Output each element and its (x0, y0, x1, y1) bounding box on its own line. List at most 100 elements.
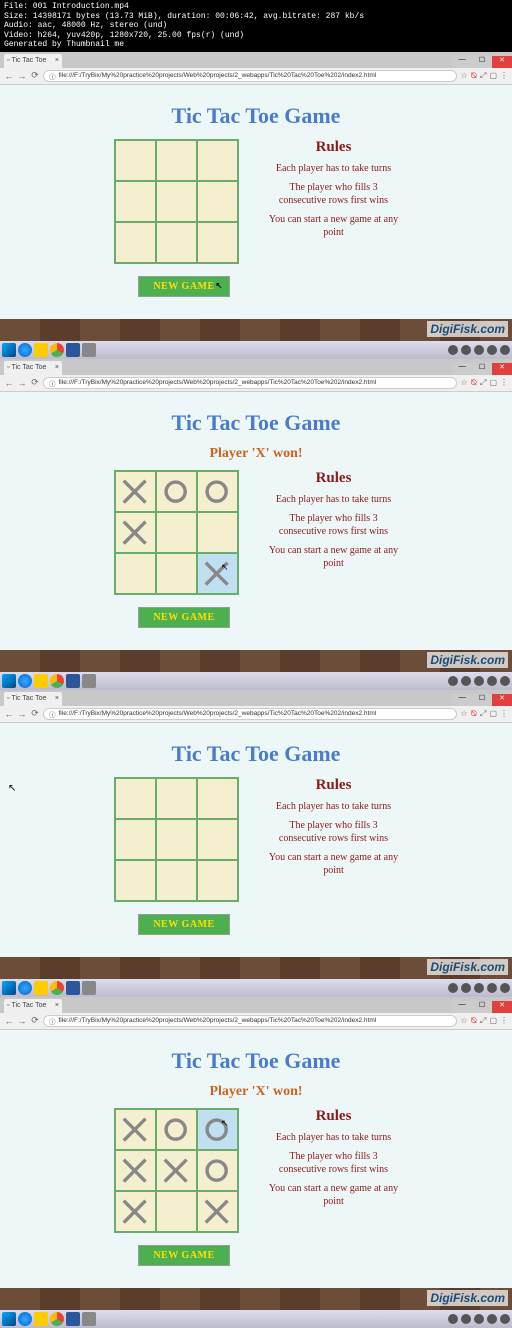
close-tab-icon[interactable]: × (55, 695, 59, 702)
close-button[interactable]: ✕ (492, 56, 512, 68)
close-tab-icon[interactable]: × (55, 364, 59, 371)
tray-icon[interactable] (487, 345, 497, 355)
ie-icon[interactable] (18, 981, 32, 995)
board-cell-8[interactable] (198, 223, 237, 262)
minimize-button[interactable]: — (452, 56, 472, 68)
explorer-icon[interactable] (34, 1312, 48, 1326)
start-icon[interactable] (2, 674, 16, 688)
tab-tictactoe[interactable]: ▫ Tic Tac Toe × (4, 54, 62, 68)
adblock-icon[interactable]: ⦰ (471, 378, 477, 388)
board-cell-1[interactable] (157, 1110, 196, 1149)
close-tab-icon[interactable]: × (55, 1002, 59, 1009)
close-button[interactable]: ✕ (492, 694, 512, 706)
cast-icon[interactable]: ▢ (489, 1016, 497, 1025)
tray-icon[interactable] (448, 1314, 458, 1324)
start-icon[interactable] (2, 1312, 16, 1326)
chrome-icon[interactable] (50, 981, 64, 995)
tray-icon[interactable] (487, 676, 497, 686)
back-icon[interactable]: ← (4, 709, 14, 719)
menu-icon[interactable]: ⋮ (500, 378, 508, 387)
minimize-button[interactable]: — (452, 363, 472, 375)
close-button[interactable]: ✕ (492, 1001, 512, 1013)
tray-icon[interactable] (500, 1314, 510, 1324)
reload-icon[interactable]: ⟳ (30, 1016, 40, 1026)
app-icon[interactable] (82, 1312, 96, 1326)
url-input[interactable]: ⓘfile:///F:/TryBix/My%20practice%20proje… (43, 377, 457, 389)
back-icon[interactable]: ← (4, 1016, 14, 1026)
close-button[interactable]: ✕ (492, 363, 512, 375)
maximize-button[interactable]: ☐ (472, 1001, 492, 1013)
board-cell-1[interactable] (157, 779, 196, 818)
tab-tictactoe[interactable]: ▫ Tic Tac Toe × (4, 999, 62, 1013)
cast-icon[interactable]: ▢ (489, 71, 497, 80)
maximize-button[interactable]: ☐ (472, 56, 492, 68)
word-icon[interactable] (66, 1312, 80, 1326)
tray-icon[interactable] (500, 676, 510, 686)
bookmark-icon[interactable]: ☆ (460, 71, 467, 80)
board-cell-5[interactable] (198, 182, 237, 221)
board-cell-5[interactable] (198, 1151, 237, 1190)
tray-icon[interactable] (500, 983, 510, 993)
ie-icon[interactable] (18, 343, 32, 357)
chrome-icon[interactable] (50, 674, 64, 688)
maximize-button[interactable]: ☐ (472, 694, 492, 706)
board-cell-4[interactable] (157, 820, 196, 859)
board-cell-5[interactable] (198, 820, 237, 859)
start-icon[interactable] (2, 343, 16, 357)
back-icon[interactable]: ← (4, 378, 14, 388)
board-cell-7[interactable] (157, 861, 196, 900)
board-cell-7[interactable] (157, 554, 196, 593)
board-cell-3[interactable] (116, 1151, 155, 1190)
board-cell-2[interactable] (198, 472, 237, 511)
explorer-icon[interactable] (34, 674, 48, 688)
word-icon[interactable] (66, 343, 80, 357)
board-cell-8[interactable] (198, 1192, 237, 1231)
tray-icon[interactable] (474, 983, 484, 993)
explorer-icon[interactable] (34, 981, 48, 995)
zoom-icon[interactable]: ⤢ (480, 1016, 486, 1026)
adblock-icon[interactable]: ⦰ (471, 1016, 477, 1026)
tray-icon[interactable] (487, 983, 497, 993)
board-cell-1[interactable] (157, 472, 196, 511)
app-icon[interactable] (82, 343, 96, 357)
tray-icon[interactable] (474, 345, 484, 355)
url-input[interactable]: ⓘfile:///F:/TryBix/My%20practice%20proje… (43, 70, 457, 82)
new-game-button[interactable]: NEW GAME (138, 914, 229, 935)
forward-icon[interactable]: → (17, 71, 27, 81)
reload-icon[interactable]: ⟳ (30, 71, 40, 81)
board-cell-7[interactable] (157, 223, 196, 262)
board-cell-6[interactable] (116, 861, 155, 900)
zoom-icon[interactable]: ⤢ (480, 378, 486, 388)
url-input[interactable]: ⓘfile:///F:/TryBix/My%20practice%20proje… (43, 708, 457, 720)
close-tab-icon[interactable]: × (55, 57, 59, 64)
app-icon[interactable] (82, 674, 96, 688)
board-cell-0[interactable] (116, 779, 155, 818)
zoom-icon[interactable]: ⤢ (480, 71, 486, 81)
board-cell-3[interactable] (116, 820, 155, 859)
board-cell-6[interactable] (116, 1192, 155, 1231)
board-cell-3[interactable] (116, 182, 155, 221)
board-cell-0[interactable] (116, 472, 155, 511)
bookmark-icon[interactable]: ☆ (460, 378, 467, 387)
board-cell-2[interactable] (198, 779, 237, 818)
cast-icon[interactable]: ▢ (489, 378, 497, 387)
minimize-button[interactable]: — (452, 694, 472, 706)
reload-icon[interactable]: ⟳ (30, 709, 40, 719)
tray-icon[interactable] (448, 345, 458, 355)
tab-tictactoe[interactable]: ▫ Tic Tac Toe × (4, 692, 62, 706)
chrome-icon[interactable] (50, 1312, 64, 1326)
board-cell-6[interactable] (116, 554, 155, 593)
new-game-button[interactable]: NEW GAME↖ (138, 276, 229, 297)
adblock-icon[interactable]: ⦰ (471, 709, 477, 719)
board-cell-4[interactable] (157, 182, 196, 221)
explorer-icon[interactable] (34, 343, 48, 357)
back-icon[interactable]: ← (4, 71, 14, 81)
tray-icon[interactable] (448, 676, 458, 686)
maximize-button[interactable]: ☐ (472, 363, 492, 375)
word-icon[interactable] (66, 674, 80, 688)
chrome-icon[interactable] (50, 343, 64, 357)
board-cell-2[interactable]: ↖ (198, 1110, 237, 1149)
tray-icon[interactable] (461, 983, 471, 993)
board-cell-7[interactable] (157, 1192, 196, 1231)
board-cell-5[interactable] (198, 513, 237, 552)
